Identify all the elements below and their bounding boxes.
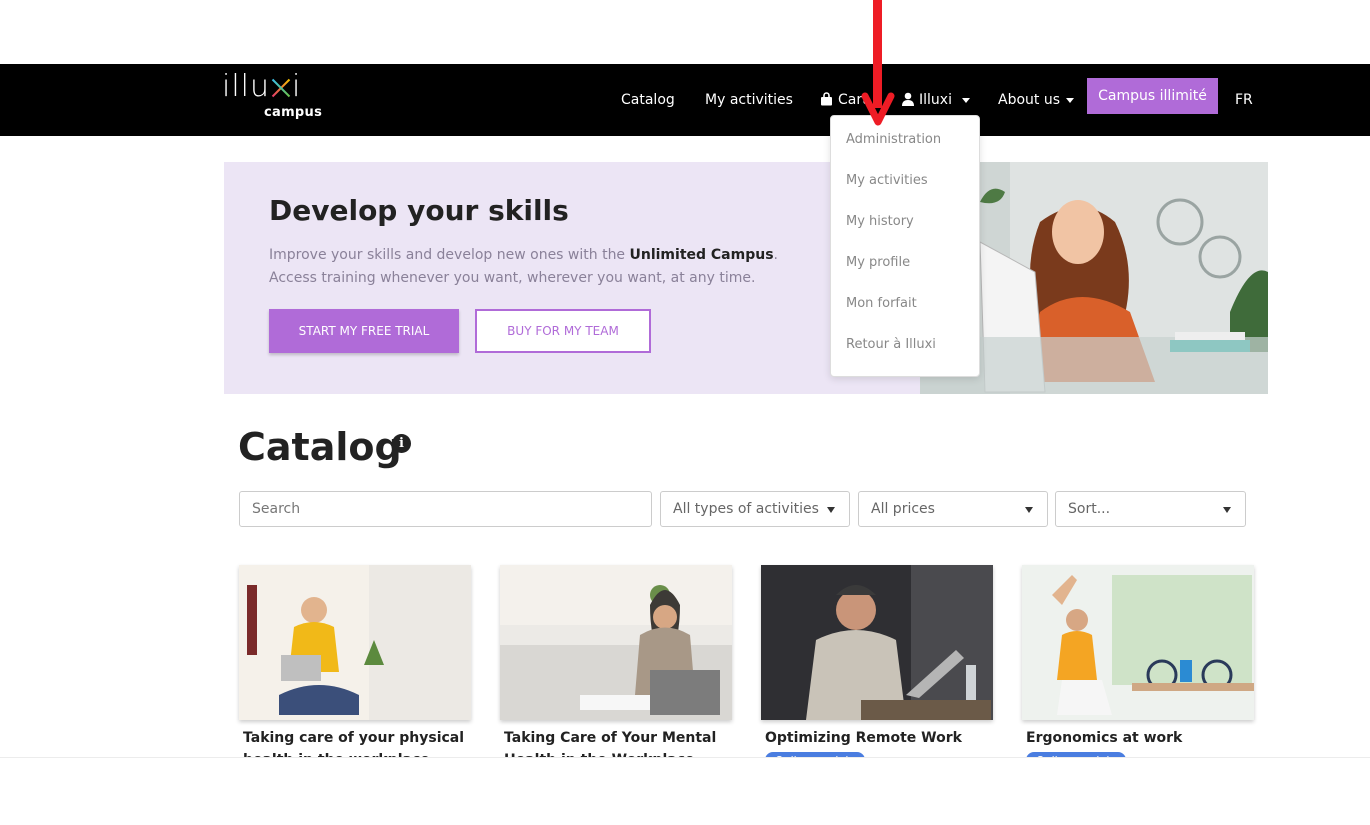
course-title: Optimizing Remote Work [765,730,962,746]
catalog-title: Catalog [238,425,402,469]
course-image [1022,565,1254,720]
activity-type-value: All types of activities [673,501,819,517]
hero-text-part: Improve your skills and develop new ones… [269,247,630,263]
chevron-down-icon [1223,507,1231,513]
activity-type-select[interactable]: All types of activities [660,491,850,527]
dropdown-item-mon-forfait[interactable]: Mon forfait [846,296,917,311]
dropdown-item-my-profile[interactable]: My profile [846,255,910,270]
course-image [500,565,732,720]
search-input[interactable] [252,501,632,517]
top-navbar: illu i campus Catalog My activities Cart … [0,64,1370,136]
chevron-down-icon [1025,507,1033,513]
campus-illimite-button[interactable]: Campus illimité [1087,78,1218,114]
search-field[interactable] [239,491,652,527]
nav-user-menu[interactable]: Illuxi [902,88,970,112]
sort-value: Sort... [1068,501,1111,517]
buy-for-my-team-button[interactable]: BUY FOR MY TEAM [475,309,651,353]
user-dropdown-menu: Administration My activities My history … [830,115,980,377]
course-card[interactable]: Ergonomics at work Online module [1022,565,1254,769]
dropdown-item-my-history[interactable]: My history [846,214,914,229]
course-card[interactable]: Taking Care of Your Mental Health in the… [500,565,732,771]
hero-title: Develop your skills [269,194,569,227]
course-image [239,565,471,720]
sort-select[interactable]: Sort... [1055,491,1246,527]
logo-subtitle: campus [264,105,323,120]
chevron-down-icon [827,507,835,513]
viewport-bottom-edge [0,757,1370,825]
annotation-arrow-icon [861,92,895,126]
start-free-trial-button[interactable]: START MY FREE TRIAL [269,309,459,353]
user-icon [902,92,914,106]
course-card[interactable]: Taking care of your physical health in t… [239,565,471,771]
language-switch-link[interactable]: FR [1235,88,1253,112]
dropdown-item-retour-illuxi[interactable]: Retour à Illuxi [846,337,936,352]
logo-wordmark: illu i [222,69,302,104]
nav-catalog-link[interactable]: Catalog [621,88,675,112]
dropdown-item-my-activities[interactable]: My activities [846,173,928,188]
dropdown-item-administration[interactable]: Administration [846,132,941,147]
nav-user-label: Illuxi [919,92,952,108]
nav-my-activities-link[interactable]: My activities [705,88,793,112]
course-image [761,565,993,720]
info-icon[interactable]: i [392,434,411,453]
shopping-bag-icon [821,92,832,106]
course-card[interactable]: Optimizing Remote Work Online module [761,565,993,769]
price-select[interactable]: All prices [858,491,1048,527]
price-value: All prices [871,501,935,517]
nav-about-us-menu[interactable]: About us [998,88,1074,112]
hero-banner: Develop your skills Improve your skills … [224,162,1268,394]
hero-description: Improve your skills and develop new ones… [269,244,829,290]
hero-text-bold: Unlimited Campus [629,247,774,263]
page: illu i campus Catalog My activities Cart … [0,0,1370,825]
course-title: Ergonomics at work [1026,730,1183,746]
illuxi-campus-logo[interactable]: illu i campus [222,69,322,121]
